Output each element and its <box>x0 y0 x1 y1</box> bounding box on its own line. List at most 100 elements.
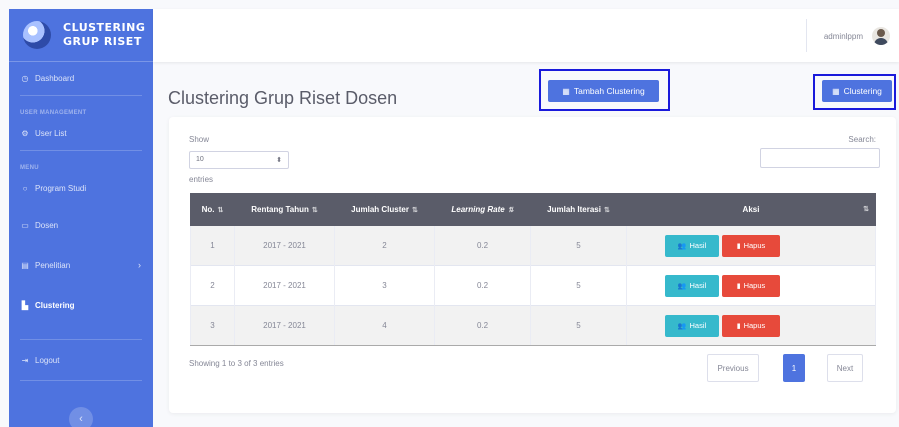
user-icon: ▭ <box>21 220 29 230</box>
hasil-label: Hasil <box>689 321 707 330</box>
sidebar-item-dosen[interactable]: ▭ Dosen <box>9 205 153 245</box>
cell-aksi: 👥 Hasil ▮ Hapus <box>626 305 876 346</box>
sidebar-item-dashboard[interactable]: ◷ Dashboard <box>9 62 153 95</box>
users-group-icon: 👥 <box>677 282 687 290</box>
hapus-label: Hapus <box>743 321 766 330</box>
entries-select-value: 10 <box>196 156 204 163</box>
table-row: 2 2017 - 2021 3 0.2 5 👥 Hasil ▮ Hapus <box>190 265 876 306</box>
logout-icon: ⇥ <box>21 355 29 365</box>
topbar: adminlppm <box>153 9 899 62</box>
avatar[interactable] <box>872 27 890 45</box>
sidebar: CLUSTERING GRUP RISET ◷ Dashboard USER M… <box>9 9 153 427</box>
cell-cluster: 3 <box>334 265 435 306</box>
header-label: Learning Rate <box>451 205 505 214</box>
entries-select[interactable]: 10 ⬍ <box>189 151 289 169</box>
hasil-button[interactable]: 👥 Hasil <box>665 234 719 257</box>
cell-iterasi: 5 <box>530 225 627 266</box>
sort-icon: ⇅ <box>217 207 224 214</box>
sidebar-item-label: Clustering <box>35 300 75 310</box>
table-icon: ▦ <box>562 86 570 96</box>
sidebar-item-label: User List <box>35 128 67 138</box>
tambah-clustering-button[interactable]: ▦ Tambah Clustering <box>548 80 659 102</box>
previous-button[interactable]: Previous <box>707 354 759 382</box>
cell-rentang: 2017 - 2021 <box>234 225 335 266</box>
header-label: Jumlah Iterasi <box>547 205 601 214</box>
users-icon: ⚙ <box>21 128 29 138</box>
sidebar-item-label: Dosen <box>35 220 59 230</box>
show-label: Show <box>189 135 210 144</box>
header-label: Jumlah Cluster <box>351 205 409 214</box>
users-group-icon: 👥 <box>677 242 687 250</box>
trash-icon: ▮ <box>736 322 741 330</box>
brand-line2: GRUP RISET <box>63 35 142 48</box>
brand-line1: CLUSTERING <box>63 21 146 34</box>
clustering-button[interactable]: ▦ Clustering <box>822 80 892 102</box>
data-card: Show 10 ⬍ entries Search: No. ⇅ Rentang T… <box>169 117 896 413</box>
tambah-clustering-label: Tambah Clustering <box>573 86 645 96</box>
sort-icon: ⇅ <box>411 207 418 214</box>
column-header-iterasi[interactable]: Jumlah Iterasi ⇅ <box>530 193 627 226</box>
clustering-label: Clustering <box>843 86 882 96</box>
header-label: Aksi <box>742 205 760 214</box>
divider <box>20 95 142 96</box>
sidebar-item-program-studi[interactable]: ○ Program Studi <box>9 171 153 205</box>
table-icon: ▦ <box>832 86 840 96</box>
sidebar-item-logout[interactable]: ⇥ Logout <box>9 340 153 380</box>
sidebar-item-clustering[interactable]: ▙ Clustering <box>9 285 153 325</box>
dashboard-icon: ◷ <box>21 74 29 83</box>
next-button[interactable]: Next <box>827 354 863 382</box>
divider <box>20 150 142 151</box>
page-1-button[interactable]: 1 <box>783 354 805 382</box>
cell-rentang: 2017 - 2021 <box>234 305 335 346</box>
search-input[interactable] <box>760 148 880 168</box>
column-header-rentang[interactable]: Rentang Tahun ⇅ <box>234 193 335 226</box>
table-info: Showing 1 to 3 of 3 entries <box>189 359 284 368</box>
cell-cluster: 2 <box>334 225 435 266</box>
table-header-row: No. ⇅ Rentang Tahun ⇅ Jumlah Cluster ⇅ Lear… <box>190 193 876 226</box>
hasil-button[interactable]: 👥 Hasil <box>665 314 719 337</box>
user-name[interactable]: adminlppm <box>824 32 863 41</box>
chevron-left-icon: ‹ <box>79 413 83 425</box>
hapus-button[interactable]: ▮ Hapus <box>722 314 780 337</box>
sidebar-item-label: Logout <box>35 355 60 365</box>
topbar-divider <box>806 19 807 52</box>
hapus-label: Hapus <box>743 281 766 290</box>
sidebar-toggle-button[interactable]: ‹ <box>69 407 93 427</box>
sidebar-item-label: Penelitian <box>35 260 71 270</box>
hapus-button[interactable]: ▮ Hapus <box>722 274 780 297</box>
cell-no: 2 <box>190 265 235 306</box>
sort-icon: ⇅ <box>863 206 869 213</box>
hapus-button[interactable]: ▮ Hapus <box>722 234 780 257</box>
cell-no: 1 <box>190 225 235 266</box>
cell-iterasi: 5 <box>530 305 627 346</box>
sidebar-item-user-list[interactable]: ⚙ User List <box>9 116 153 150</box>
sort-icon: ⇅ <box>507 207 514 214</box>
column-header-rate[interactable]: Learning Rate ⇅ <box>434 193 531 226</box>
trash-icon: ▮ <box>736 242 741 250</box>
brand-title: CLUSTERING GRUP RISET <box>63 21 145 49</box>
cell-rentang: 2017 - 2021 <box>234 265 335 306</box>
file-icon: ▤ <box>21 260 29 270</box>
entries-label: entries <box>189 175 214 184</box>
header-label: Rentang Tahun <box>251 205 309 214</box>
header-label: No. <box>201 205 215 214</box>
brand-logo-icon <box>23 21 51 49</box>
column-header-cluster[interactable]: Jumlah Cluster ⇅ <box>334 193 435 226</box>
brand[interactable]: CLUSTERING GRUP RISET <box>9 9 153 62</box>
cell-iterasi: 5 <box>530 265 627 306</box>
hasil-button[interactable]: 👥 Hasil <box>665 274 719 297</box>
column-header-no[interactable]: No. ⇅ <box>190 193 235 226</box>
divider <box>20 380 142 381</box>
hapus-label: Hapus <box>743 241 766 250</box>
column-header-aksi[interactable]: Aksi ⇅ <box>626 193 876 226</box>
sort-icon: ⇅ <box>311 207 318 214</box>
table-row: 3 2017 - 2021 4 0.2 5 👥 Hasil ▮ Hapus <box>190 305 876 346</box>
sidebar-item-label: Program Studi <box>35 183 87 193</box>
sidebar-item-label: Dashboard <box>35 74 75 83</box>
chart-icon: ▙ <box>21 300 29 310</box>
folder-icon: ○ <box>22 183 28 193</box>
chevron-right-icon: › <box>138 260 141 270</box>
hasil-label: Hasil <box>689 241 707 250</box>
table-row: 1 2017 - 2021 2 0.2 5 👥 Hasil ▮ Hapus <box>190 225 876 266</box>
sidebar-item-penelitian[interactable]: ▤ Penelitian › <box>9 245 153 285</box>
